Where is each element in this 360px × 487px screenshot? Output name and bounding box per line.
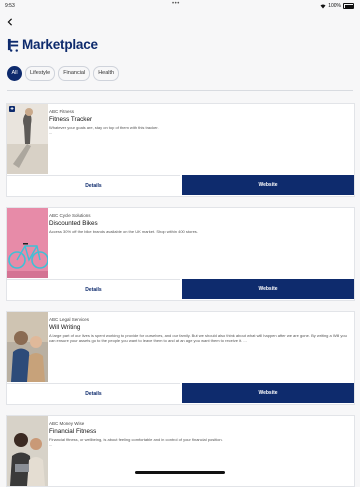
product-card: ABC Cycle Solutions Discounted Bikes Acc…: [6, 207, 355, 301]
card-text: ABC Fitness Fitness Tracker Whatever you…: [49, 109, 350, 136]
card-text: ABC Cycle Solutions Discounted Bikes Acc…: [49, 213, 350, 234]
battery-icon: [343, 3, 354, 9]
chevron-left-icon: [7, 18, 13, 26]
card-description: A large part of our lives is spent worki…: [49, 333, 347, 344]
fitness-image: ✚: [7, 104, 48, 174]
card-title: Financial Fitness: [49, 428, 97, 435]
filter-financial[interactable]: Financial: [58, 66, 91, 81]
card-title: Will Writing: [49, 324, 81, 331]
provider-name: ABC Legal Services: [49, 317, 90, 322]
website-button[interactable]: Website: [182, 175, 354, 195]
card-actions: Details Website: [7, 279, 354, 300]
cart-icon: [7, 38, 19, 52]
product-card: ✚ ABC Fitness Fitness Tracker Whatever y…: [6, 103, 355, 197]
card-actions: Details Website: [7, 175, 354, 196]
page-header: Marketplace: [7, 37, 98, 52]
wifi-icon: [320, 4, 326, 8]
product-card: ABC Money Wise Financial Fitness Financi…: [6, 415, 355, 487]
multitasking-dots-icon: •••: [172, 1, 180, 7]
provider-name: ABC Cycle Solutions: [49, 213, 91, 218]
home-indicator[interactable]: [135, 471, 225, 474]
filter-chips: All Lifestyle Financial Health: [7, 66, 120, 81]
card-actions: Details Website: [7, 383, 354, 404]
website-button[interactable]: Website: [182, 279, 354, 299]
card-title: Discounted Bikes: [49, 220, 98, 227]
filter-all[interactable]: All: [7, 66, 22, 81]
card-more: ...: [49, 130, 53, 136]
card-more: ...: [49, 442, 53, 448]
card-description: Access 30% off the bike brands available…: [49, 229, 198, 234]
provider-name: ABC Fitness: [49, 109, 75, 114]
page-title: Marketplace: [22, 37, 98, 52]
bike-image: [7, 208, 48, 278]
status-bar: 9:53 ••• 100%: [0, 0, 360, 12]
back-button[interactable]: [6, 18, 18, 30]
battery-percent: 100%: [328, 3, 341, 9]
provider-name: ABC Money Wise: [49, 421, 85, 426]
divider: [7, 90, 353, 91]
badge-icon: ✚: [9, 106, 15, 112]
details-button[interactable]: Details: [7, 383, 180, 404]
product-card: ABC Legal Services Will Writing A large …: [6, 311, 355, 405]
filter-lifestyle[interactable]: Lifestyle: [25, 66, 56, 81]
status-time: 9:53: [5, 3, 15, 9]
website-button[interactable]: Website: [182, 383, 354, 403]
card-text: ABC Legal Services Will Writing A large …: [49, 317, 350, 344]
filter-health[interactable]: Health: [93, 66, 120, 81]
card-title: Fitness Tracker: [49, 116, 93, 123]
family-image: [7, 312, 48, 382]
details-button[interactable]: Details: [7, 175, 180, 196]
details-button[interactable]: Details: [7, 279, 180, 300]
card-text: ABC Money Wise Financial Fitness Financi…: [49, 421, 350, 448]
status-indicators: 100%: [320, 3, 354, 9]
couple-image: [7, 416, 48, 486]
